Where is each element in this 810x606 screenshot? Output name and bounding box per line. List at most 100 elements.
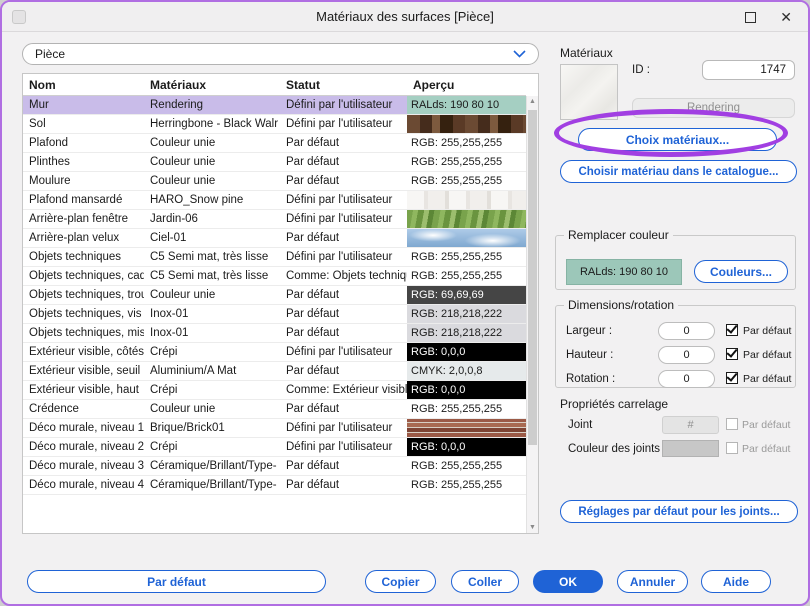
ral-color-swatch: RALds: 190 80 10 — [566, 259, 682, 285]
row-preview: RGB: 255,255,255 — [407, 476, 526, 494]
row-name: Crédence — [23, 400, 144, 418]
table-row[interactable]: Arrière-plan veluxCiel-01Par défaut — [23, 229, 526, 248]
table-row[interactable]: Objets techniques, mise àInox-01Par défa… — [23, 324, 526, 343]
largeur-default-label: Par défaut — [743, 325, 791, 337]
col-apercu[interactable]: Aperçu — [407, 78, 526, 92]
hauteur-default-checkbox[interactable] — [726, 348, 738, 360]
col-statut[interactable]: Statut — [280, 78, 407, 92]
window-title: Matériaux des surfaces [Pièce] — [2, 9, 808, 24]
material-preview-swatch — [560, 64, 618, 120]
paste-button[interactable]: Coller — [451, 570, 519, 593]
surfaces-table: Nom Matériaux Statut Aperçu MurRendering… — [22, 73, 539, 534]
replace-color-group: Remplacer couleur RALds: 190 80 10 Coule… — [555, 228, 796, 290]
joint-defaults-button[interactable]: Réglages par défaut pour les joints... — [560, 500, 798, 523]
row-material: C5 Semi mat, très lisse — [144, 248, 280, 266]
table-row[interactable]: MurRenderingDéfini par l'utilisateurRALd… — [23, 96, 526, 115]
table-row[interactable]: Déco murale, niveau 4Céramique/Brillant/… — [23, 476, 526, 495]
scrollbar-thumb[interactable] — [528, 110, 537, 445]
table-row[interactable]: PlafondCouleur uniePar défautRGB: 255,25… — [23, 134, 526, 153]
rotation-default-checkbox[interactable] — [726, 372, 738, 384]
row-material: C5 Semi mat, très lisse — [144, 267, 280, 285]
table-row[interactable]: Extérieur visible, côtésCrépiDéfini par … — [23, 343, 526, 362]
largeur-input[interactable]: 0 — [658, 322, 715, 340]
close-button[interactable]: ✕ — [780, 8, 792, 26]
row-status: Comme: Extérieur visible — [280, 381, 407, 399]
row-status: Par défaut — [280, 457, 407, 475]
row-status: Par défaut — [280, 305, 407, 323]
row-name: Déco murale, niveau 1 — [23, 419, 144, 437]
scroll-down-icon[interactable]: ▼ — [527, 524, 538, 531]
row-material: Crépi — [144, 343, 280, 361]
materials-panel-title: Matériaux — [560, 46, 613, 60]
row-preview: RGB: 255,255,255 — [407, 134, 526, 152]
table-row[interactable]: Objets techniques, trouCouleur uniePar d… — [23, 286, 526, 305]
row-preview: RGB: 255,255,255 — [407, 172, 526, 190]
row-preview: RGB: 255,255,255 — [407, 248, 526, 266]
col-materiaux[interactable]: Matériaux — [144, 78, 280, 92]
table-row[interactable]: Objets techniques, cadreC5 Semi mat, trè… — [23, 267, 526, 286]
table-row[interactable]: PlinthesCouleur uniePar défautRGB: 255,2… — [23, 153, 526, 172]
row-preview: RGB: 255,255,255 — [407, 153, 526, 171]
row-preview: RGB: 0,0,0 — [407, 438, 526, 456]
rotation-input[interactable]: 0 — [658, 370, 715, 388]
table-row[interactable]: MoulureCouleur uniePar défautRGB: 255,25… — [23, 172, 526, 191]
row-preview: RGB: 69,69,69 — [407, 286, 526, 304]
copy-button[interactable]: Copier — [365, 570, 436, 593]
catalog-button[interactable]: Choisir matériau dans le catalogue... — [560, 160, 797, 183]
hauteur-default-label: Par défaut — [743, 349, 791, 361]
table-row[interactable]: Déco murale, niveau 3Céramique/Brillant/… — [23, 457, 526, 476]
table-row[interactable]: Objets techniques, visInox-01Par défautR… — [23, 305, 526, 324]
table-row[interactable]: Déco murale, niveau 1Brique/Brick01Défin… — [23, 419, 526, 438]
joint-label: Joint — [568, 419, 592, 431]
ok-button[interactable]: OK — [533, 570, 603, 593]
table-row[interactable]: Déco murale, niveau 2CrépiDéfini par l'u… — [23, 438, 526, 457]
row-material: Céramique/Brillant/Type- — [144, 476, 280, 494]
table-row[interactable]: Objets techniquesC5 Semi mat, très lisse… — [23, 248, 526, 267]
row-preview: RGB: 0,0,0 — [407, 343, 526, 361]
row-name: Mur — [23, 96, 144, 114]
room-selector[interactable]: Pièce — [22, 43, 539, 65]
col-nom[interactable]: Nom — [23, 78, 144, 92]
row-material: Herringbone - Black Walr — [144, 115, 280, 133]
joint-default-label: Par défaut — [742, 419, 790, 431]
row-name: Moulure — [23, 172, 144, 190]
table-row[interactable]: Extérieur visible, hautCrépiComme: Extér… — [23, 381, 526, 400]
table-row[interactable]: Arrière-plan fenêtreJardin-06Défini par … — [23, 210, 526, 229]
table-row[interactable]: Extérieur visible, seuilAluminium/A MatP… — [23, 362, 526, 381]
row-name: Objets techniques, cadre — [23, 267, 144, 285]
row-preview — [407, 229, 526, 247]
maximize-button[interactable] — [745, 12, 756, 23]
table-scrollbar[interactable]: ▲ ▼ — [526, 96, 538, 533]
dimensions-title: Dimensions/rotation — [564, 298, 678, 312]
row-preview — [407, 419, 526, 437]
row-status: Par défaut — [280, 134, 407, 152]
row-name: Plafond — [23, 134, 144, 152]
scroll-up-icon[interactable]: ▲ — [527, 98, 538, 105]
dimensions-group: Dimensions/rotation Largeur : 0 Par défa… — [555, 298, 796, 388]
row-preview: RGB: 255,255,255 — [407, 457, 526, 475]
row-name: Arrière-plan velux — [23, 229, 144, 247]
id-field[interactable]: 1747 — [702, 60, 795, 80]
table-row[interactable]: Plafond mansardéHARO_Snow pineDéfini par… — [23, 191, 526, 210]
row-preview: RGB: 218,218,222 — [407, 305, 526, 323]
joint-color-swatch — [662, 440, 719, 457]
cancel-button[interactable]: Annuler — [617, 570, 688, 593]
table-row[interactable]: CrédenceCouleur uniePar défautRGB: 255,2… — [23, 400, 526, 419]
hauteur-input[interactable]: 0 — [658, 346, 715, 364]
row-preview: CMYK: 2,0,0,8 — [407, 362, 526, 380]
row-preview — [407, 210, 526, 228]
row-status: Par défaut — [280, 476, 407, 494]
row-status: Par défaut — [280, 286, 407, 304]
choose-material-button[interactable]: Choix matériaux... — [578, 128, 777, 151]
colors-button[interactable]: Couleurs... — [694, 260, 788, 283]
default-button[interactable]: Par défaut — [27, 570, 326, 593]
help-button[interactable]: Aide — [701, 570, 771, 593]
joint-color-label: Couleur des joints — [568, 443, 660, 455]
row-name: Extérieur visible, côtés — [23, 343, 144, 361]
row-name: Déco murale, niveau 4 — [23, 476, 144, 494]
row-status: Défini par l'utilisateur — [280, 96, 407, 114]
row-preview: RGB: 255,255,255 — [407, 400, 526, 418]
row-status: Défini par l'utilisateur — [280, 191, 407, 209]
table-row[interactable]: SolHerringbone - Black WalrDéfini par l'… — [23, 115, 526, 134]
largeur-default-checkbox[interactable] — [726, 324, 738, 336]
